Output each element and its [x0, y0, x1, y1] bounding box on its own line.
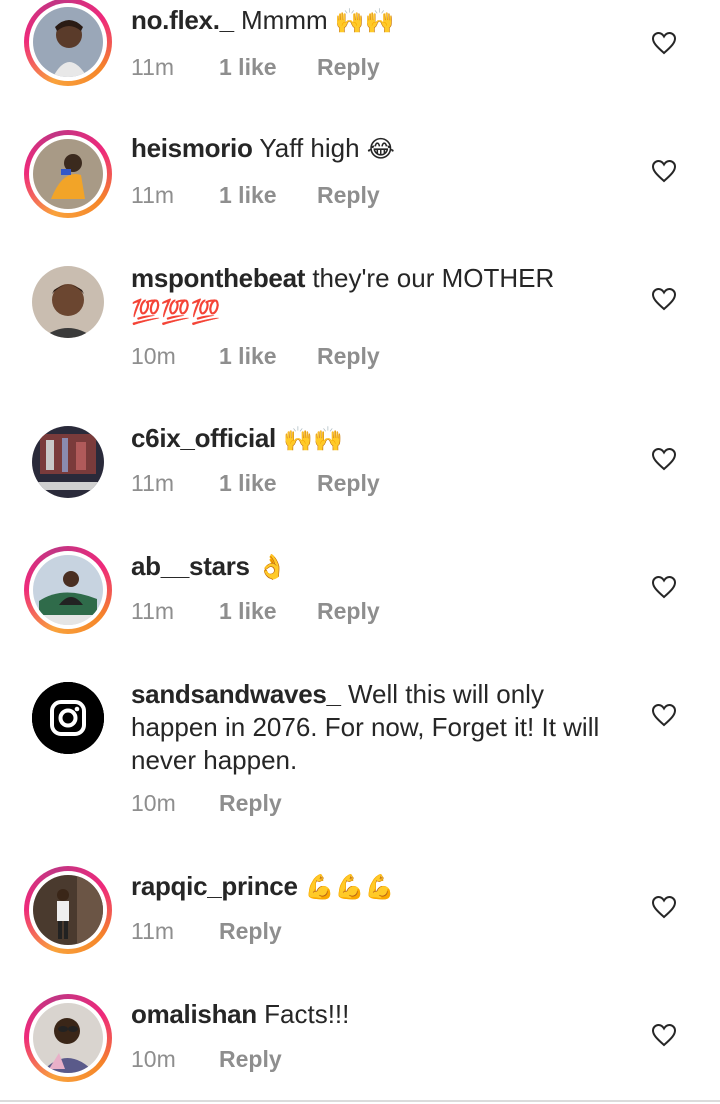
reply-button[interactable]: Reply — [317, 54, 380, 81]
comment-time: 10m — [131, 1046, 176, 1072]
heart-icon[interactable] — [651, 895, 677, 919]
comment-emoji: 💪💪💪 — [304, 873, 395, 901]
reply-button[interactable]: Reply — [317, 182, 380, 209]
heart-icon[interactable] — [651, 447, 677, 471]
heart-icon[interactable] — [651, 159, 677, 183]
comment-time: 11m — [131, 54, 175, 80]
comment-time: 11m — [131, 182, 175, 208]
comment-username[interactable]: no.flex._ — [131, 5, 234, 35]
comment-time: 10m — [131, 343, 176, 369]
comment-time: 10m — [131, 790, 176, 816]
heart-icon[interactable] — [651, 1023, 677, 1047]
avatar[interactable] — [24, 546, 112, 634]
comment-username[interactable]: heismorio — [131, 133, 253, 163]
reply-button[interactable]: Reply — [317, 470, 380, 497]
comment-emoji: 🙌🙌 — [334, 7, 395, 35]
reply-button[interactable]: Reply — [317, 598, 380, 625]
comment-likes[interactable]: 1 like — [219, 343, 317, 370]
avatar[interactable] — [24, 130, 112, 218]
comment-likes[interactable]: 1 like — [219, 598, 317, 625]
comment-username[interactable]: sandsandwaves_ — [131, 679, 341, 709]
comment-emoji: 💯💯💯 — [131, 298, 221, 326]
comment-username[interactable]: c6ix_official — [131, 423, 276, 453]
instagram-logo-icon — [32, 682, 104, 754]
reply-button[interactable]: Reply — [219, 1046, 282, 1073]
reply-button[interactable]: Reply — [317, 343, 380, 370]
divider — [0, 1100, 720, 1102]
avatar[interactable] — [24, 258, 112, 346]
comment-text: Mmmm — [241, 5, 328, 35]
comment-username[interactable]: ab__stars — [131, 551, 250, 581]
reply-button[interactable]: Reply — [219, 918, 282, 945]
comment-likes[interactable]: 1 like — [219, 182, 317, 209]
comment-emoji: 🙌🙌 — [283, 425, 343, 453]
avatar[interactable] — [24, 674, 112, 762]
comment-username[interactable]: omalishan — [131, 999, 257, 1029]
comment-username[interactable]: rapqic_prince — [131, 871, 298, 901]
comment-likes[interactable]: 1 like — [219, 54, 317, 81]
avatar[interactable] — [24, 418, 112, 506]
comment-emoji: 👌 — [256, 553, 287, 581]
comment-likes[interactable]: 1 like — [219, 470, 317, 497]
heart-icon[interactable] — [651, 31, 677, 55]
comment-text: Yaff high — [259, 133, 360, 163]
comment-username[interactable]: msponthebeat — [131, 263, 305, 293]
heart-icon[interactable] — [651, 703, 677, 727]
heart-icon[interactable] — [651, 287, 677, 311]
comment-text: Facts!!! — [264, 999, 350, 1029]
comment-time: 11m — [131, 918, 175, 944]
comment-emoji: 😂 — [366, 135, 395, 163]
comment-time: 11m — [131, 470, 175, 496]
comment-time: 11m — [131, 598, 175, 624]
reply-button[interactable]: Reply — [219, 790, 282, 817]
avatar[interactable] — [24, 994, 112, 1082]
avatar[interactable] — [24, 866, 112, 954]
heart-icon[interactable] — [651, 575, 677, 599]
comment-text: they're our MOTHER — [312, 263, 555, 293]
avatar[interactable] — [24, 0, 112, 86]
